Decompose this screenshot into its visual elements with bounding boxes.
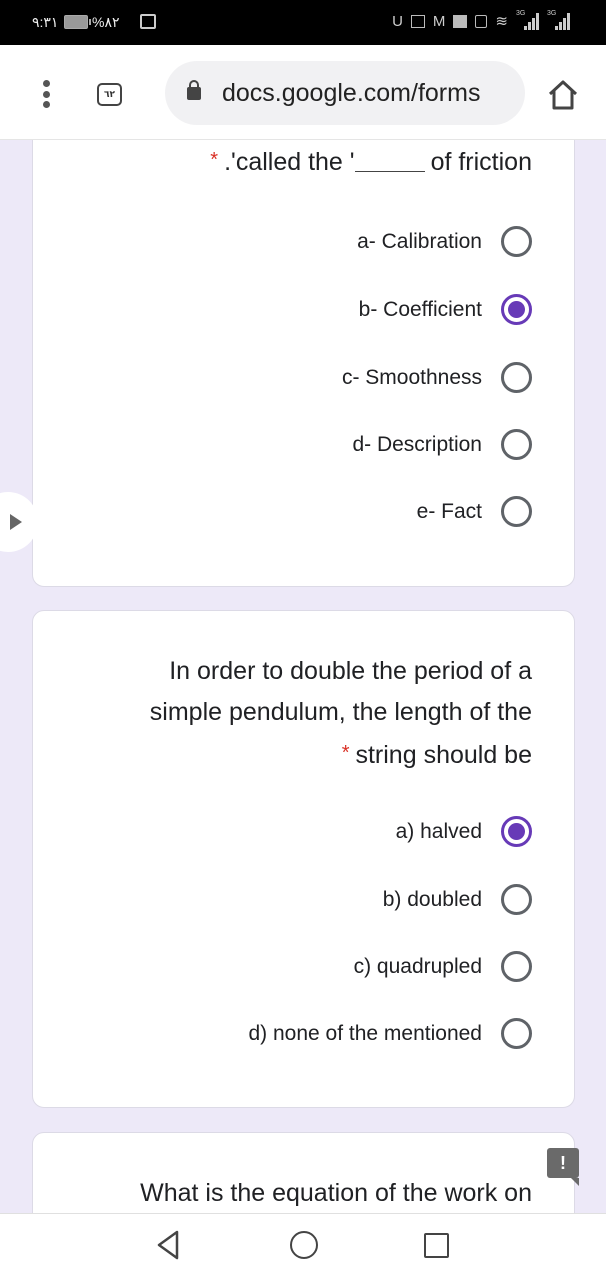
- question-title: What is the equation of the work on: [140, 1179, 532, 1207]
- battery-icon: [64, 15, 91, 29]
- video-icon: [475, 14, 488, 28]
- question-card-2: In order to double the period of a simpl…: [32, 610, 575, 1108]
- gallery-icon: [410, 14, 425, 28]
- url-text: docs.google.com/forms: [222, 79, 481, 107]
- radio-button[interactable]: [501, 226, 532, 257]
- url-bar[interactable]: docs.google.com/forms: [165, 61, 525, 125]
- question-title: In order to double the period of a simpl…: [149, 657, 532, 769]
- clock: ٩:٣١: [32, 14, 59, 30]
- radio-button[interactable]: [501, 362, 532, 393]
- gmail-icon: M: [432, 12, 446, 30]
- question-title: * .'called the ' of friction: [210, 148, 532, 176]
- question-card-1: * .'called the ' of friction a- Calibratio…: [32, 120, 575, 587]
- option-fact[interactable]: e- Fact: [417, 496, 532, 527]
- required-mark: *: [210, 149, 219, 171]
- radio-button[interactable]: [501, 951, 532, 982]
- home-button-icon[interactable]: [290, 1231, 318, 1259]
- status-bar: ٩:٣١ %٨٢ U M ≋ 3G 3G: [0, 0, 606, 45]
- option-description[interactable]: d- Description: [352, 429, 532, 460]
- radio-button-checked[interactable]: [501, 294, 532, 325]
- option-halved[interactable]: a) halved: [396, 816, 532, 847]
- option-smoothness[interactable]: c- Smoothness: [342, 362, 532, 393]
- system-nav-bar: [0, 1213, 606, 1280]
- battery-percent: %٨٢: [92, 14, 120, 30]
- status-icons: U M ≋ 3G 3G: [392, 10, 570, 30]
- lock-icon: [187, 80, 201, 100]
- option-quadrupled[interactable]: c) quadrupled: [354, 951, 532, 982]
- cast-icon: [140, 14, 156, 29]
- option-doubled[interactable]: b) doubled: [383, 884, 532, 915]
- signal-icon: 3G: [516, 10, 539, 30]
- option-calibration[interactable]: a- Calibration: [357, 226, 532, 257]
- radio-button-checked[interactable]: [501, 816, 532, 847]
- menu-icon[interactable]: [42, 80, 50, 108]
- recent-apps-icon[interactable]: [424, 1233, 449, 1258]
- wifi-icon: ≋: [495, 13, 508, 30]
- mail-icon: [453, 14, 468, 28]
- blank-line: [354, 152, 425, 172]
- required-mark: *: [341, 742, 350, 764]
- radio-button[interactable]: [501, 884, 532, 915]
- browser-toolbar: ٦٢ docs.google.com/forms: [0, 45, 606, 140]
- signal-icon: 3G: [547, 10, 570, 30]
- back-icon[interactable]: [156, 1229, 180, 1261]
- option-none-of-the-mentioned[interactable]: d) none of the mentioned: [248, 1018, 532, 1049]
- home-icon[interactable]: [546, 79, 580, 111]
- radio-button[interactable]: [501, 429, 532, 460]
- option-coefficient[interactable]: b- Coefficient: [359, 294, 532, 325]
- u-icon: U: [392, 12, 403, 30]
- feedback-icon[interactable]: !: [547, 1148, 579, 1186]
- radio-button[interactable]: [501, 1018, 532, 1049]
- radio-button[interactable]: [501, 496, 532, 527]
- tabs-icon[interactable]: ٦٢: [97, 83, 122, 106]
